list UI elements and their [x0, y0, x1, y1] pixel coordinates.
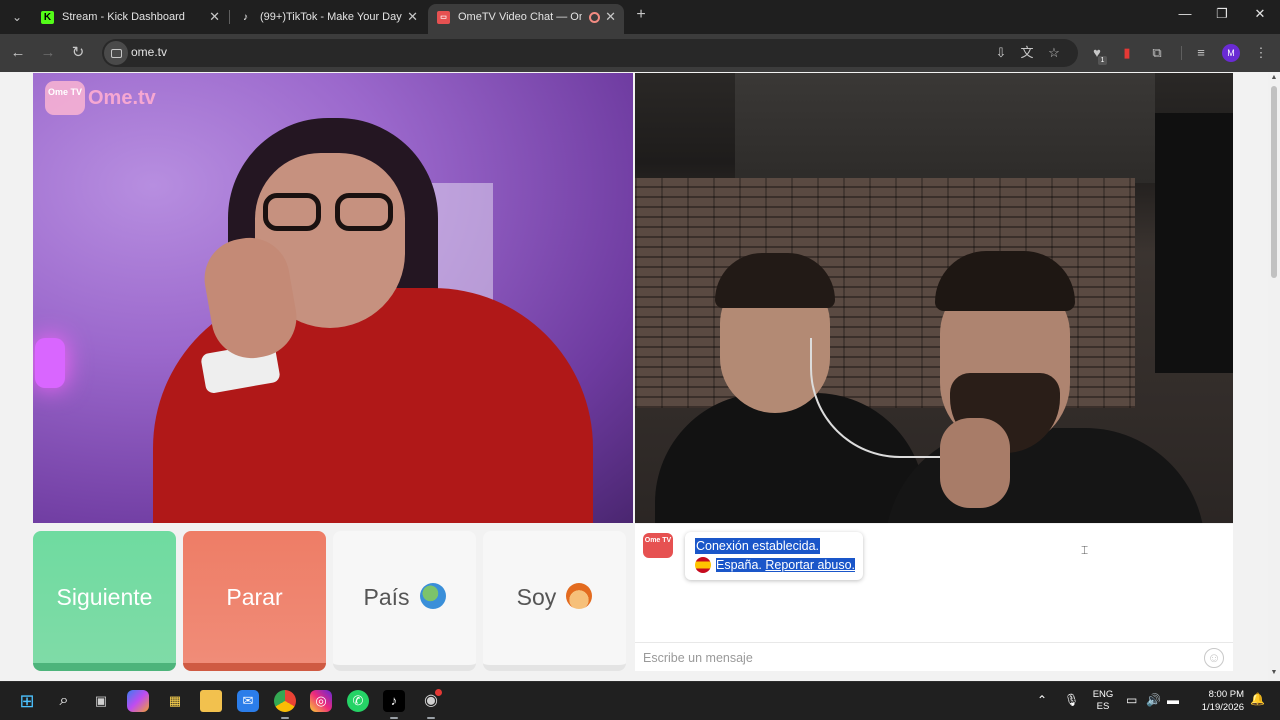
recorder-extension-icon[interactable]: ▮	[1118, 44, 1136, 62]
boy-icon	[566, 582, 593, 609]
tab-title: Stream - Kick Dashboard	[62, 11, 185, 23]
network-icon[interactable]: ▭	[1126, 693, 1137, 707]
clock-date: 1/19/2026	[1201, 702, 1244, 713]
windows-start-icon[interactable]: ⊞	[16, 690, 38, 712]
country-button-label: País	[363, 584, 410, 610]
glasses	[263, 193, 403, 233]
person-right-hair	[935, 251, 1075, 311]
stop-button[interactable]: Parar	[183, 531, 326, 671]
dark-window	[1155, 113, 1233, 373]
close-tab-icon[interactable]: ✕	[209, 4, 220, 30]
minimize-icon[interactable]: —	[1175, 6, 1195, 21]
file-explorer-icon[interactable]	[200, 690, 222, 712]
toolbar-divider	[1181, 46, 1182, 60]
ometv-icon: ▭	[437, 11, 450, 24]
ometv-logo-text: Ome.tv	[88, 87, 156, 109]
gender-button-label: Soy	[516, 584, 557, 610]
scroll-down-icon[interactable]: ▼	[1270, 669, 1278, 676]
emoji-smiley-icon[interactable]: ☺	[1204, 648, 1224, 668]
language-code: ENG	[1092, 689, 1114, 700]
bookmark-star-icon[interactable]: ☆	[1045, 44, 1063, 62]
browser-toolbar: ← → ↻ ome.tv ⇩ 文 ☆ ♥ 1 ▮ ⧉ ≡ M ⋮	[0, 34, 1280, 72]
tab-title: (99+)TikTok - Make Your Day	[260, 11, 402, 23]
new-tab-button[interactable]: +	[632, 6, 650, 24]
close-window-icon[interactable]: ✕	[1250, 6, 1270, 22]
tiktok-app-icon[interactable]: ♪	[383, 690, 405, 719]
page-scrollbar[interactable]: ▲ ▼	[1268, 72, 1280, 681]
mouse-cursor-icon: ⌶	[1081, 543, 1089, 557]
address-bar[interactable]: ome.tv ⇩ 文 ☆	[102, 39, 1078, 67]
reload-icon[interactable]: ↻	[68, 43, 88, 63]
install-app-icon[interactable]: ⇩	[992, 44, 1010, 62]
media-control-icon[interactable]: ≡	[1192, 44, 1210, 62]
scroll-up-icon[interactable]: ▲	[1270, 74, 1278, 81]
chrome-icon[interactable]	[274, 690, 296, 719]
connection-message: Conexión establecida.	[695, 538, 820, 554]
menu-kebab-icon[interactable]: ⋮	[1252, 44, 1270, 62]
volume-icon[interactable]: 🔊	[1146, 693, 1161, 707]
forward-icon[interactable]: →	[38, 43, 58, 63]
background-lamp	[35, 338, 65, 388]
scroll-thumb[interactable]	[1271, 86, 1277, 278]
windows-taskbar: ⊞ ⌕ ▣ ▦ ✉ ◎ ✆ ♪ ◉ ⌃ 🎙 ENG ES ▭ 🔊 ▬ 8:00 …	[0, 681, 1280, 720]
stranger-video: Ome TV Ome.tv	[33, 73, 633, 523]
tab-ometv[interactable]: ▭ OmeTV Video Chat — Ome ✕	[428, 4, 624, 34]
self-camera-video	[635, 73, 1233, 523]
tab-search-icon[interactable]: ⌄	[7, 8, 27, 26]
translate-icon[interactable]: 文	[1018, 44, 1036, 62]
url-text[interactable]: ome.tv	[131, 45, 167, 59]
ometv-logo-badge: Ome TV	[45, 81, 85, 115]
chat-ometv-logo: Ome TV	[643, 533, 673, 558]
tray-overflow-icon[interactable]: ⌃	[1037, 693, 1047, 707]
country-line: España. Reportar abuso.	[695, 557, 855, 574]
tab-tiktok[interactable]: ♪ (99+)TikTok - Make Your Day ✕	[230, 4, 426, 34]
report-abuse-link[interactable]: Reportar abuso.	[765, 558, 855, 573]
gender-button[interactable]: Soy	[483, 531, 626, 671]
system-clock[interactable]: 8:00 PM 1/19/2026	[1192, 688, 1244, 714]
microphone-icon[interactable]: 🎙	[1064, 693, 1079, 707]
next-button[interactable]: Siguiente	[33, 531, 176, 671]
recording-badge	[435, 689, 442, 696]
ceiling	[735, 73, 1155, 183]
message-input[interactable]	[643, 649, 1183, 667]
country-name: España.	[716, 558, 762, 573]
site-info-icon[interactable]	[104, 41, 128, 65]
next-button-label: Siguiente	[56, 584, 153, 610]
extension-badge: 1	[1098, 56, 1107, 65]
search-icon[interactable]: ⌕	[53, 690, 75, 712]
store-icon[interactable]: ▦	[164, 690, 186, 712]
close-tab-icon[interactable]: ✕	[605, 4, 616, 30]
extensions-puzzle-icon[interactable]: ⧉	[1148, 44, 1166, 62]
notification-bell-icon[interactable]: 🔔	[1250, 692, 1265, 706]
tab-kick-dashboard[interactable]: K Stream - Kick Dashboard ✕	[32, 4, 228, 34]
tab-strip: ⌄ K Stream - Kick Dashboard ✕ ♪ (99+)Tik…	[0, 0, 1280, 34]
whatsapp-icon[interactable]: ✆	[347, 690, 369, 712]
keyboard-layout: ES	[1096, 701, 1110, 712]
message-input-bar: ☺	[635, 642, 1233, 671]
chat-panel: Ome TV Conexión establecida. España. Rep…	[635, 524, 1233, 671]
ometv-page: Ome TV Ome.tv Siguiente Parar País Soy O…	[0, 72, 1280, 681]
close-tab-icon[interactable]: ✕	[407, 4, 418, 30]
instagram-icon[interactable]: ◎	[310, 690, 332, 712]
task-view-icon[interactable]: ▣	[90, 690, 112, 712]
spain-flag-icon	[695, 557, 711, 573]
battery-icon[interactable]: ▬	[1167, 693, 1179, 707]
back-icon[interactable]: ←	[8, 43, 28, 63]
tab-title: OmeTV Video Chat — Ome	[458, 11, 582, 23]
outlook-icon[interactable]: ✉	[237, 690, 259, 712]
copilot-icon[interactable]	[127, 690, 149, 712]
kick-icon: K	[41, 11, 54, 24]
language-indicator[interactable]: ENG ES	[1092, 689, 1114, 713]
recording-icon	[589, 12, 600, 23]
profile-avatar[interactable]: M	[1222, 44, 1240, 62]
globe-icon	[419, 582, 446, 609]
person-right-hand	[940, 418, 1010, 508]
maximize-icon[interactable]: ❐	[1212, 6, 1232, 22]
clock-time: 8:00 PM	[1208, 689, 1244, 700]
tiktok-icon: ♪	[243, 12, 248, 23]
stop-button-label: Parar	[226, 584, 283, 610]
system-message-bubble: Conexión establecida. España. Reportar a…	[685, 532, 863, 580]
country-button[interactable]: País	[333, 531, 476, 671]
